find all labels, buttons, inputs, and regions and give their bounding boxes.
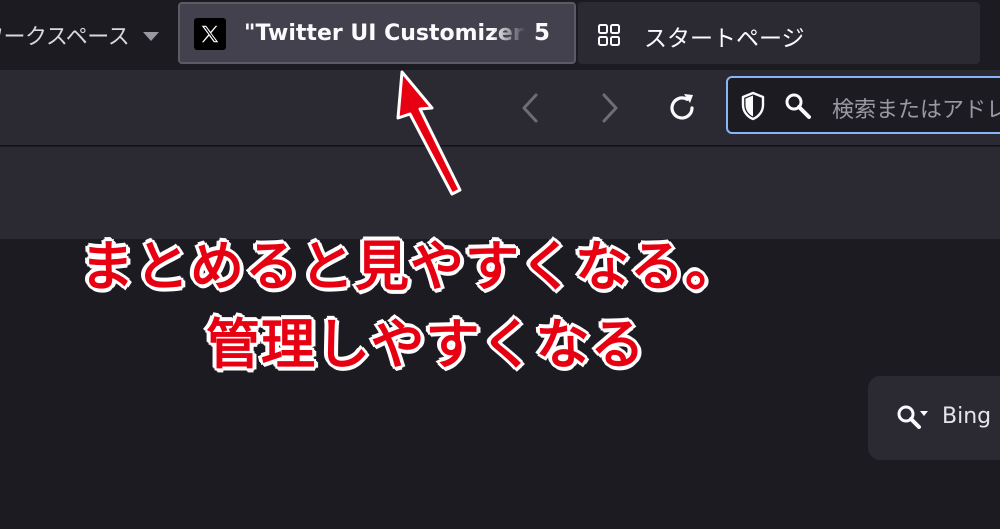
workspace-menu[interactable]: ワークスペース: [0, 0, 172, 70]
web-search-box[interactable]: Bing: [868, 376, 1000, 460]
search-icon: [785, 93, 811, 119]
chevron-right-icon: [602, 93, 618, 123]
annotation-line-2: 管理しやすくなる: [206, 313, 646, 376]
tab-twitter-group[interactable]: "Twitter UI Customizer" 5: [178, 2, 576, 64]
grid-icon: [598, 24, 620, 46]
tab-title: "Twitter UI Customizer": [244, 21, 526, 46]
reload-button[interactable]: [662, 88, 702, 128]
search-engine-icon: [897, 405, 928, 429]
reload-icon: [670, 94, 694, 120]
shield-icon: [741, 91, 765, 121]
annotation-line-1: まとめると見やすくなる。: [80, 235, 740, 298]
chevron-down-icon: [143, 31, 160, 41]
x-logo-icon: [194, 18, 226, 50]
chevron-left-icon: [522, 93, 538, 123]
tab-strip: ワークスペース "Twitter UI Customizer" 5 スタートペー…: [0, 0, 1000, 70]
workspace-label: ワークスペース: [0, 25, 130, 50]
tab-title: スタートページ: [644, 26, 805, 52]
navigation-toolbar: 検索またはアドレスを入力: [0, 70, 1000, 146]
browser-window: ワークスペース "Twitter UI Customizer" 5 スタートペー…: [0, 0, 1000, 529]
tab-start-page[interactable]: スタートページ: [578, 2, 980, 64]
annotation-arrow-icon: [396, 70, 462, 196]
url-input-placeholder: 検索またはアドレスを入力: [832, 98, 1000, 123]
tab-group-count: 5: [534, 20, 551, 46]
search-engine-label: Bing: [942, 404, 992, 429]
back-button[interactable]: [510, 88, 550, 128]
url-bar[interactable]: 検索またはアドレスを入力: [726, 76, 1000, 134]
forward-button[interactable]: [590, 88, 630, 128]
